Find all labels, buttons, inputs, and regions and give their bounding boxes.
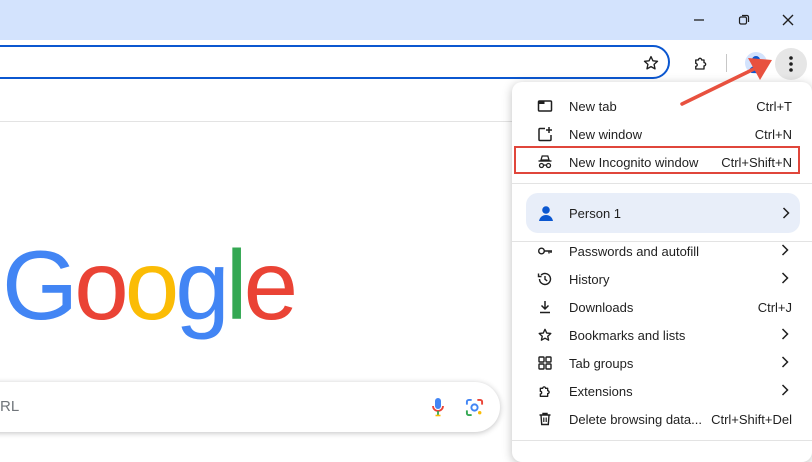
- history-icon: [536, 270, 554, 288]
- menu-item-passwords-and-autofill[interactable]: Passwords and autofill: [512, 237, 812, 265]
- annotation-arrow: [680, 58, 772, 106]
- menu-item-label: Passwords and autofill: [569, 244, 700, 259]
- menu-item-label: New window: [569, 127, 642, 142]
- logo-letter: e: [243, 230, 298, 340]
- chevron-right-icon: [781, 272, 789, 284]
- profile-name: Person 1: [569, 206, 622, 221]
- more-menu-icon: [789, 56, 793, 72]
- menu-item-label: Tab groups: [569, 356, 634, 371]
- minimize-icon: [694, 19, 704, 21]
- logo-letter: l: [225, 230, 248, 340]
- menu-item-profile[interactable]: Person 1: [526, 193, 800, 233]
- bookmark-star-button[interactable]: [639, 51, 663, 75]
- more-menu-button[interactable]: [775, 48, 807, 80]
- chevron-right-icon: [781, 328, 789, 340]
- address-bar[interactable]: [0, 45, 670, 79]
- menu-item-shortcut: Ctrl+Shift+Del: [711, 412, 792, 427]
- minimize-button[interactable]: [686, 7, 712, 33]
- restore-icon: [738, 14, 750, 25]
- menu-item-shortcut: Ctrl+J: [757, 300, 792, 315]
- menu-item-label: Bookmarks and lists: [569, 328, 686, 343]
- menu-separator: [512, 440, 812, 441]
- menu-item-label: Delete browsing data...: [569, 412, 702, 427]
- download-icon: [536, 298, 554, 316]
- menu-item-delete-browsing-data[interactable]: Delete browsing data... Ctrl+Shift+Del: [512, 405, 812, 433]
- person-icon: [536, 203, 556, 223]
- new-window-icon: [536, 125, 554, 143]
- chevron-right-icon: [781, 244, 789, 256]
- lens-icon[interactable]: [465, 398, 484, 417]
- trash-icon: [536, 410, 554, 428]
- logo-letter: o: [124, 230, 179, 340]
- annotation-highlight-box: [514, 146, 800, 174]
- title-bar: [0, 0, 812, 40]
- menu-item-extensions[interactable]: Extensions: [512, 377, 812, 405]
- star-icon: [643, 55, 659, 70]
- star-icon: [536, 326, 554, 344]
- logo-letter: o: [74, 230, 128, 340]
- menu-item-bookmarks-and-lists[interactable]: Bookmarks and lists: [512, 321, 812, 349]
- search-box[interactable]: RL: [0, 382, 500, 432]
- menu-item-label: Extensions: [569, 384, 633, 399]
- close-window-button[interactable]: [775, 7, 801, 33]
- tab-groups-icon: [536, 354, 554, 372]
- menu-item-tab-groups[interactable]: Tab groups: [512, 349, 812, 377]
- bookmarks-bar-divider: [0, 121, 512, 122]
- google-logo: Google: [2, 236, 298, 334]
- search-placeholder: RL: [0, 398, 20, 415]
- microphone-icon[interactable]: [431, 397, 445, 417]
- chrome-main-menu: New tab Ctrl+T New window Ctrl+N New Inc…: [512, 82, 812, 462]
- chevron-right-icon: [782, 207, 790, 219]
- extensions-icon: [536, 382, 554, 400]
- close-icon: [782, 14, 794, 26]
- menu-item-new-window[interactable]: New window Ctrl+N: [512, 120, 812, 148]
- logo-letter: g: [175, 230, 229, 340]
- restore-button[interactable]: [731, 7, 757, 33]
- chevron-right-icon: [781, 356, 789, 368]
- logo-letter: G: [2, 230, 78, 340]
- menu-item-label: New tab: [569, 99, 617, 114]
- menu-item-history[interactable]: History: [512, 265, 812, 293]
- menu-item-downloads[interactable]: Downloads Ctrl+J: [512, 293, 812, 321]
- new-tab-icon: [536, 97, 554, 115]
- key-icon: [536, 242, 554, 260]
- menu-item-label: Downloads: [569, 300, 634, 315]
- chevron-right-icon: [781, 384, 789, 396]
- menu-item-shortcut: Ctrl+N: [754, 127, 792, 142]
- menu-item-label: History: [569, 272, 610, 287]
- menu-separator: [512, 183, 812, 184]
